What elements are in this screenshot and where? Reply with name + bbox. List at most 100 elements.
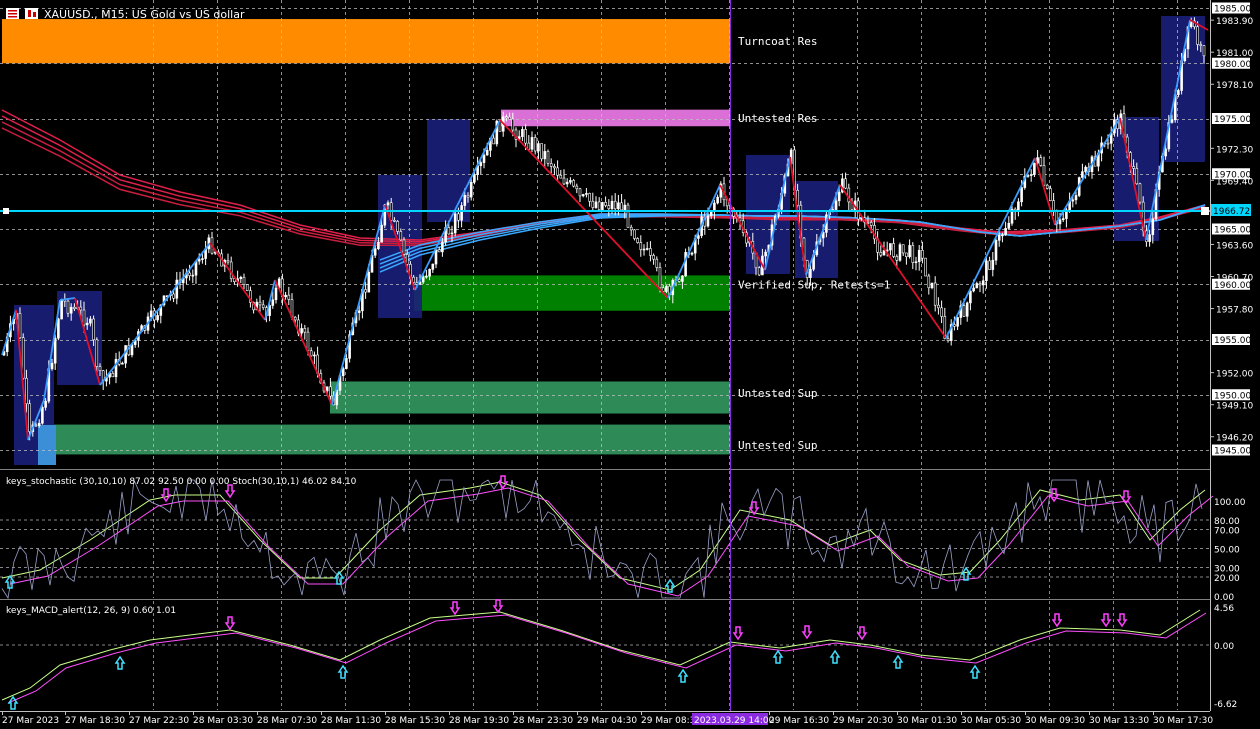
candle-body	[969, 290, 972, 304]
candle-body	[639, 242, 643, 250]
time-label: 29 Mar 08:3	[641, 716, 695, 726]
candle-body	[441, 241, 444, 253]
candle-body	[1074, 195, 1078, 201]
stoch-level-label: 70.00	[1214, 527, 1240, 537]
candle-body	[626, 204, 630, 228]
candle-body	[620, 202, 623, 211]
candle-body	[329, 386, 332, 397]
candle-body	[591, 200, 595, 208]
candle-body	[684, 252, 687, 277]
chart-menu-icon-line	[8, 16, 17, 18]
candle-body	[341, 368, 345, 376]
candle-body	[82, 309, 86, 326]
candle-body	[924, 257, 927, 277]
candle-body	[53, 337, 57, 364]
candle	[601, 201, 604, 211]
price-line-handle[interactable]	[3, 208, 9, 214]
price-line-handle-right[interactable]	[1201, 207, 1209, 215]
price-tick-label: 1981.00	[1216, 49, 1253, 59]
candle-body	[447, 227, 451, 235]
time-label: 28 Mar 03:30	[193, 716, 253, 726]
swing-box	[427, 119, 470, 222]
candle-body	[300, 328, 303, 334]
candle-body	[1084, 166, 1087, 172]
candle-body	[889, 243, 892, 251]
candle-body	[364, 289, 367, 293]
candle-body	[962, 305, 966, 317]
candle-body	[601, 202, 604, 210]
macd-buy-arrow	[969, 664, 981, 679]
candle-body	[431, 263, 435, 270]
candle-body	[1135, 168, 1139, 185]
candle-body	[1132, 166, 1135, 169]
candle	[924, 257, 927, 277]
candle-body	[927, 275, 931, 289]
candle-body	[28, 403, 31, 432]
candle	[60, 298, 63, 320]
candle-body	[457, 213, 460, 221]
macd-sell-arrow	[732, 626, 744, 641]
candle-body	[543, 151, 547, 160]
candle-body	[425, 275, 428, 278]
candle-body	[325, 386, 329, 392]
candle-body	[303, 328, 307, 333]
price-tick-label: 1978.10	[1216, 81, 1253, 91]
sr-zone-4	[38, 424, 730, 455]
candle-body	[1033, 162, 1036, 175]
candle-body	[293, 316, 297, 321]
candle-body	[226, 260, 230, 263]
price-panel[interactable]: Turncoat Res Untested Res Verified Sup, Re…	[0, 0, 1210, 469]
time-label: 28 Mar 07:30	[257, 716, 317, 726]
candle	[626, 202, 630, 228]
candle-body	[434, 249, 438, 265]
chart-canvas[interactable]: Turncoat Res Untested Res Verified Sup, Re…	[0, 0, 1260, 729]
candle-body	[73, 306, 76, 309]
candle-body	[757, 267, 761, 276]
candle-body	[978, 283, 982, 286]
stochastic-panel[interactable]: 100.00 80.0070.00 50.00 30.0020.00 0.00 keys…	[0, 471, 1246, 603]
candle-body	[879, 252, 883, 256]
candle-body	[469, 181, 473, 198]
time-axis[interactable]: 27 Mar 2023 27 Mar 18:30 27 Mar 22:30 28 Ma…	[0, 711, 1213, 726]
candle-body	[1081, 171, 1084, 178]
candle-body	[421, 276, 425, 283]
sr-zone-3	[330, 381, 730, 414]
macd-buy-arrow	[7, 695, 19, 710]
candle-body	[1045, 184, 1049, 189]
candle	[898, 242, 902, 262]
stochastic-title: keys_stochastic (30,10,10) 87.02 92.50 0…	[6, 477, 357, 487]
candle-body	[1106, 142, 1110, 145]
candle-body	[25, 377, 28, 405]
time-label: 28 Mar 11:30	[321, 716, 381, 726]
candle-body	[636, 238, 639, 243]
candle-body	[92, 318, 95, 341]
candle-body	[930, 282, 934, 289]
candle	[57, 317, 60, 341]
chart-type-icon-bar	[33, 12, 36, 17]
candle-body	[844, 178, 847, 189]
candle-body	[357, 310, 361, 313]
stoch-buy-arrow	[960, 566, 972, 581]
candle-body	[1138, 183, 1142, 203]
candle-body	[690, 252, 694, 255]
macd-panel[interactable]: 4.56 0.00 -6.62 keys_MACD_alert(12, 26, 9)…	[0, 599, 1237, 710]
candle-body	[837, 191, 841, 202]
chart-type-icon[interactable]	[25, 8, 38, 19]
candle-body	[85, 322, 89, 326]
candle-body	[41, 407, 44, 424]
candle-body	[562, 177, 566, 185]
candle-body	[965, 302, 969, 317]
candle-body	[172, 293, 175, 299]
price-level-label: 1960.00	[1214, 281, 1251, 291]
time-label: 29 Mar 16:30	[769, 716, 829, 726]
candle-body	[1071, 199, 1075, 202]
candle-body	[898, 244, 902, 261]
candle-body	[665, 285, 668, 292]
candle	[540, 143, 543, 162]
sr-zone-0	[2, 19, 730, 64]
time-label: 27 Mar 2023	[2, 716, 59, 726]
stochastic-grid: 100.00 80.0070.00 50.00 30.0020.00 0.00	[0, 471, 1246, 603]
macd-sell-arrow	[801, 625, 813, 640]
macd-signal-line	[7, 612, 1207, 704]
macd-buy-arrow	[114, 655, 126, 670]
